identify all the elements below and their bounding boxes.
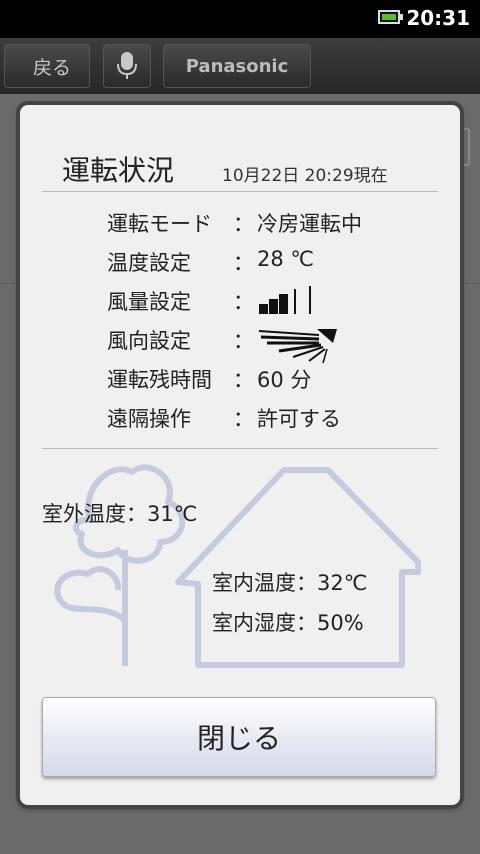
row-label: 温度設定 bbox=[107, 251, 191, 275]
fan-speed-icon bbox=[259, 286, 311, 314]
back-button[interactable]: 戻る bbox=[4, 44, 90, 88]
indoor-humidity: 室内湿度：50% bbox=[212, 611, 364, 635]
dialog-title: 運転状況 bbox=[62, 154, 175, 187]
app-toolbar: 戻る Panasonic bbox=[0, 38, 480, 94]
row-label: 風向設定 bbox=[107, 329, 191, 353]
row-value: 許可する bbox=[257, 407, 341, 431]
status-bar: 20:31 bbox=[0, 0, 480, 38]
row-value: 60 分 bbox=[257, 368, 312, 392]
divider bbox=[42, 191, 438, 192]
close-button[interactable]: 閉じる bbox=[42, 697, 436, 777]
operation-status-dialog: 運転状況 10月22日 20:29現在 運転モード ： 冷房運転中 温度設定 ：… bbox=[20, 105, 460, 805]
row-label: 遠隔操作 bbox=[107, 407, 191, 431]
divider bbox=[42, 448, 438, 449]
status-time: 20:31 bbox=[406, 6, 470, 30]
brand-button[interactable]: Panasonic bbox=[163, 44, 311, 88]
row-label: 運転モード bbox=[107, 212, 212, 236]
row-value: 冷房運転中 bbox=[257, 212, 362, 236]
airflow-direction-icon bbox=[258, 329, 337, 364]
row-label: 運転残時間 bbox=[107, 368, 212, 392]
indoor-temperature: 室内温度：32℃ bbox=[212, 571, 368, 595]
row-value: 28 ℃ bbox=[257, 247, 314, 271]
voice-input-button[interactable] bbox=[103, 44, 151, 88]
row-label: 風量設定 bbox=[107, 290, 191, 314]
outdoor-temperature: 室外温度：31℃ bbox=[42, 502, 198, 526]
battery-charging-icon bbox=[378, 10, 400, 24]
microphone-icon bbox=[117, 52, 137, 79]
status-timestamp: 10月22日 20:29現在 bbox=[222, 166, 388, 186]
